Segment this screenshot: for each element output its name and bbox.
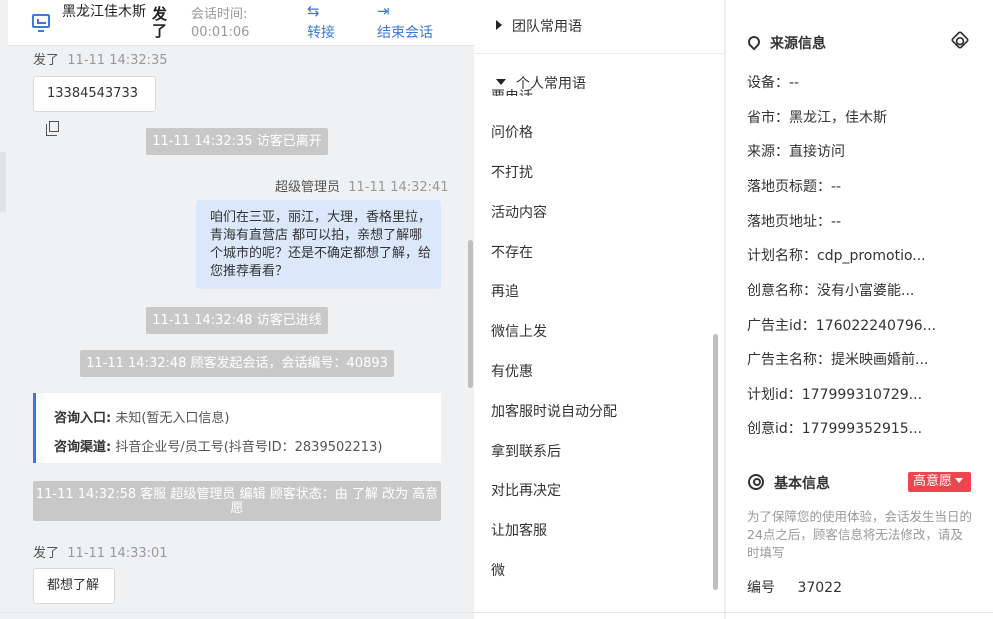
- number-label: 编号: [747, 580, 775, 596]
- end-session-label: 结束会话: [377, 25, 433, 41]
- system-notice: 11-11 14:32:48 顾客发起会话，会话编号：40893: [80, 350, 394, 377]
- session-time-value: 00:01:06: [191, 25, 250, 40]
- system-notice: 11-11 14:32:35 访客已离开: [146, 128, 328, 155]
- customer-info-panel: 来源信息 设备：-- 省市：黑龙江，佳木斯 来源：直接访问 落地页标题：-- 落…: [726, 0, 993, 619]
- info-field-advertiser-name: 广告主名称：提米映画婚前...: [747, 352, 929, 368]
- entry-label: 咨询入口:: [54, 411, 112, 426]
- phrase-item[interactable]: 再追: [491, 281, 519, 301]
- number-row: 编号 37022: [747, 577, 842, 597]
- team-phrases-label: 团队常用语: [512, 19, 582, 35]
- user-circle-icon: [748, 474, 764, 490]
- chevron-down-icon: [955, 478, 964, 483]
- message-sender: 发了: [33, 546, 60, 561]
- number-value: 37022: [797, 580, 842, 596]
- intent-status-dropdown[interactable]: 高意愿: [908, 472, 971, 492]
- bottom-divider: [0, 612, 993, 613]
- phrase-item[interactable]: 不打扰: [491, 162, 533, 182]
- basic-info-label: 基本信息: [774, 476, 830, 492]
- agent-message-bubble[interactable]: 咱们在三亚，丽江，大理，香格里拉，青海有直营店 都可以拍，亲想了解哪个城市的呢？…: [196, 200, 441, 289]
- monitor-icon: [32, 14, 50, 32]
- common-phrases-panel: 团队常用语 个人常用语 要电话 问价格 不打扰 活动内容 不存在 再追 微信上发…: [474, 0, 725, 619]
- transfer-button[interactable]: ⇆ 转接: [307, 2, 335, 42]
- phrase-item[interactable]: 拿到联系后: [491, 441, 561, 461]
- info-field-device: 设备：--: [747, 75, 800, 91]
- phrase-item[interactable]: 不存在: [491, 242, 533, 262]
- phrase-item[interactable]: 让加客服: [491, 520, 547, 540]
- phrase-item[interactable]: 问价格: [491, 122, 533, 142]
- message-meta: 发了 11-11 14:33:01: [33, 542, 168, 561]
- message-meta: 超级管理员 11-11 14:32:41: [275, 176, 449, 195]
- divider: [474, 53, 724, 54]
- phrase-item[interactable]: 活动内容: [491, 202, 547, 222]
- status-change-notice: 11-11 14:32:58 客服 超级管理员 编辑 顾客状态：由 了解 改为 …: [33, 481, 441, 521]
- phrase-item[interactable]: 微信上发: [491, 321, 547, 341]
- message-time: 11-11 14:32:41: [348, 180, 449, 195]
- system-notice: 11-11 14:32:48 访客已进线: [146, 307, 328, 334]
- phrases-scrollbar[interactable]: [713, 334, 718, 590]
- channel-row: 咨询渠道: 抖音企业号/员工号(抖音号ID：2839502213): [54, 433, 441, 462]
- collapse-handle[interactable]: [0, 152, 6, 212]
- message-time: 11-11 14:33:01: [67, 546, 168, 561]
- info-field-source: 来源：直接访问: [747, 144, 845, 160]
- session-time-label: 会话时间:: [191, 7, 248, 22]
- entry-info-card: 咨询入口: 未知(暂无入口信息) 咨询渠道: 抖音企业号/员工号(抖音号ID：2…: [33, 393, 441, 463]
- phrase-item[interactable]: 要电话: [491, 86, 533, 96]
- caret-down-icon: [496, 79, 506, 85]
- message-list: 发了 11-11 14:32:35 13384543733 11-11 14:3…: [8, 47, 474, 619]
- edit-notice: 为了保障您的使用体验，会话发生当日的24点之后，顾客信息将无法修改，请及时填写: [747, 509, 973, 560]
- phrase-item[interactable]: 微: [491, 560, 505, 580]
- exit-icon: ⇥: [377, 2, 390, 20]
- transfer-label: 转接: [307, 25, 335, 41]
- info-field-creative-name: 创意名称：没有小富婆能...: [747, 283, 915, 299]
- entry-value: 未知(暂无入口信息): [115, 411, 230, 426]
- info-field-advertiser-id: 广告主id：176022240796...: [747, 318, 937, 334]
- info-field-plan-id: 计划id：177999310729...: [747, 387, 923, 403]
- message-text: 13384543733: [47, 86, 138, 101]
- entry-row: 咨询入口: 未知(暂无入口信息): [54, 404, 441, 433]
- source-info-title: 来源信息: [745, 33, 826, 53]
- location-pin-icon: [745, 33, 763, 51]
- info-field-province: 省市：黑龙江，佳木斯: [747, 110, 887, 126]
- source-info-label: 来源信息: [770, 36, 826, 52]
- chat-scrollbar[interactable]: [468, 240, 473, 388]
- info-field-plan-name: 计划名称：cdp_promotio...: [747, 248, 926, 264]
- end-session-button[interactable]: ⇥ 结束会话: [377, 2, 433, 42]
- message-time: 11-11 14:32:35: [67, 53, 168, 68]
- transfer-arrows-icon: ⇆: [307, 2, 320, 20]
- intent-status-value: 高意愿: [913, 474, 953, 489]
- basic-info-title: 基本信息: [748, 472, 830, 493]
- message-sender: 超级管理员: [275, 180, 341, 195]
- chat-workspace: 黑龙江佳木斯 发了 会话时间: 00:01:06 ⇆ 转接 ⇥ 结束会话 发了 …: [0, 0, 993, 619]
- channel-value: 抖音企业号/员工号(抖音号ID：2839502213): [115, 440, 383, 455]
- phrase-item[interactable]: 加客服时说自动分配: [491, 401, 617, 421]
- visitor-location: 黑龙江佳木斯: [62, 4, 146, 20]
- info-field-creative-id: 创意id：177999352915...: [747, 421, 923, 437]
- copy-icon[interactable]: [46, 121, 59, 136]
- caret-right-icon: [496, 20, 502, 30]
- info-field-landing-title: 落地页标题：--: [747, 179, 842, 195]
- message-meta: 发了 11-11 14:32:35: [33, 49, 168, 68]
- channel-label: 咨询渠道:: [54, 440, 112, 455]
- chat-panel: 黑龙江佳木斯 发了 会话时间: 00:01:06 ⇆ 转接 ⇥ 结束会话 发了 …: [8, 0, 474, 619]
- gear-icon[interactable]: [950, 30, 970, 50]
- message-sender: 发了: [33, 53, 60, 68]
- phrase-item[interactable]: 有优惠: [491, 361, 533, 381]
- visitor-name: 发了: [152, 5, 168, 40]
- team-phrases-group[interactable]: 团队常用语: [496, 16, 582, 36]
- phrase-item[interactable]: 对比再决定: [491, 480, 561, 500]
- info-field-landing-url: 落地页地址：--: [747, 214, 842, 230]
- chat-header: 黑龙江佳木斯 发了 会话时间: 00:01:06 ⇆ 转接 ⇥ 结束会话: [8, 0, 474, 46]
- message-bubble[interactable]: 都想了解: [33, 568, 115, 604]
- message-bubble[interactable]: 13384543733: [33, 76, 156, 136]
